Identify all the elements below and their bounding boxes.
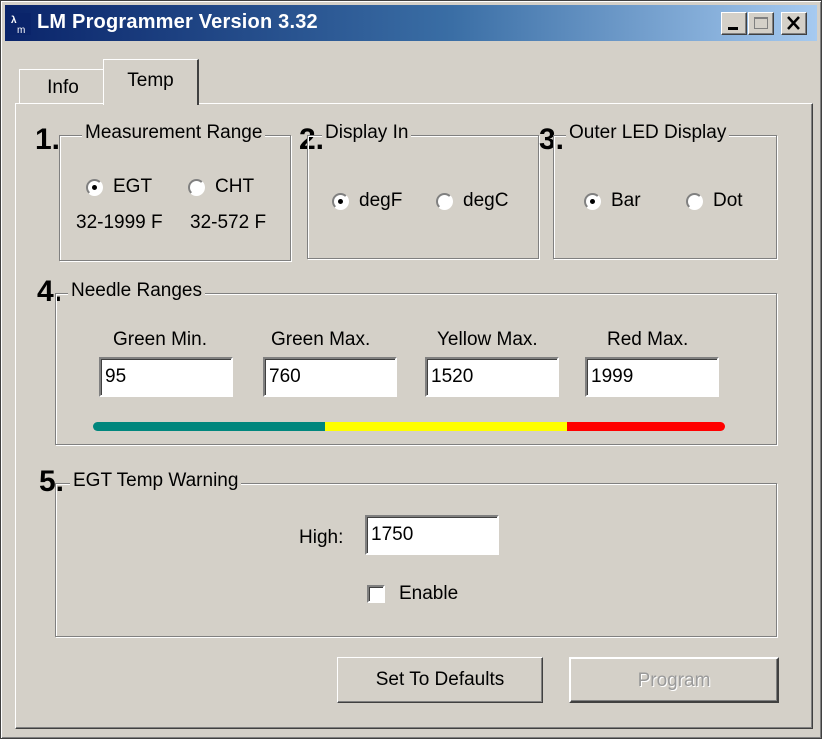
- enable-label: Enable: [399, 583, 459, 604]
- range-bar-yellow-segment: [325, 422, 567, 431]
- radio-degc-label: degC: [463, 190, 509, 211]
- radio-egt[interactable]: EGT: [86, 176, 152, 198]
- radio-egt-circle[interactable]: [86, 178, 103, 196]
- radio-dot-circle[interactable]: [686, 192, 703, 210]
- radio-degf[interactable]: degF: [332, 190, 402, 212]
- maximize-icon: [754, 17, 768, 29]
- radio-degf-label: degF: [359, 190, 403, 211]
- measurement-range-legend: Measurement Range: [82, 122, 266, 144]
- yellow-max-label: Yellow Max.: [437, 329, 538, 350]
- tab-info[interactable]: Info: [19, 69, 107, 103]
- section-number-1: 1.: [35, 123, 61, 156]
- red-max-input[interactable]: [585, 357, 719, 397]
- radio-degc-circle[interactable]: [436, 192, 453, 210]
- range-bar-red-segment: [567, 422, 725, 431]
- tab-info-label: Info: [47, 77, 79, 98]
- yellow-max-input[interactable]: [425, 357, 559, 397]
- radio-bar-circle[interactable]: [584, 192, 601, 210]
- red-max-label: Red Max.: [607, 329, 689, 350]
- high-warning-input[interactable]: [365, 515, 499, 555]
- high-label: High:: [299, 527, 344, 548]
- close-icon: [787, 16, 800, 30]
- app-icon: λ m: [9, 13, 31, 35]
- program-button[interactable]: Program: [569, 657, 779, 703]
- radio-bar[interactable]: Bar: [584, 190, 641, 212]
- egt-range-text: 32-1999 F: [76, 212, 163, 233]
- outer-led-legend: Outer LED Display: [566, 122, 730, 144]
- display-in-group: Display In degF degC: [307, 122, 539, 259]
- maximize-button[interactable]: [748, 12, 774, 35]
- cht-range-text: 32-572 F: [190, 212, 267, 233]
- radio-cht-label: CHT: [215, 176, 255, 197]
- radio-dot[interactable]: Dot: [686, 190, 743, 212]
- radio-dot-label: Dot: [713, 190, 743, 211]
- enable-checkbox[interactable]: [367, 585, 385, 603]
- minimize-icon: [728, 27, 738, 30]
- minimize-button[interactable]: [721, 12, 747, 35]
- radio-egt-label: EGT: [113, 176, 153, 197]
- radio-degf-circle[interactable]: [332, 192, 349, 210]
- close-button[interactable]: [781, 12, 807, 35]
- radio-degc[interactable]: degC: [436, 190, 508, 212]
- radio-bar-label: Bar: [611, 190, 641, 211]
- display-in-legend: Display In: [322, 122, 412, 144]
- egt-warning-group: EGT Temp Warning: [55, 470, 777, 637]
- radio-cht-circle[interactable]: [188, 178, 205, 196]
- needle-range-bar: [93, 422, 725, 431]
- svg-text:m: m: [17, 25, 25, 35]
- radio-cht[interactable]: CHT: [188, 176, 254, 198]
- tab-temp-label: Temp: [127, 70, 174, 91]
- green-max-label: Green Max.: [271, 329, 371, 350]
- needle-ranges-legend: Needle Ranges: [68, 280, 205, 302]
- set-to-defaults-button[interactable]: Set To Defaults: [337, 657, 543, 703]
- outer-led-group: Outer LED Display Bar Dot: [553, 122, 777, 259]
- green-min-label: Green Min.: [113, 329, 207, 350]
- egt-warning-legend: EGT Temp Warning: [70, 470, 242, 492]
- green-min-input[interactable]: [99, 357, 233, 397]
- range-bar-green-segment: [93, 422, 325, 431]
- window-title: LM Programmer Version 3.32: [37, 11, 318, 33]
- measurement-range-group: Measurement Range EGT CHT 32-1999 F 32-5…: [59, 122, 291, 261]
- tab-temp[interactable]: Temp: [103, 59, 199, 105]
- green-max-input[interactable]: [263, 357, 397, 397]
- title-bar[interactable]: λ m LM Programmer Version 3.32: [5, 5, 817, 41]
- app-window: λ m LM Programmer Version 3.32 Info Temp…: [0, 0, 822, 739]
